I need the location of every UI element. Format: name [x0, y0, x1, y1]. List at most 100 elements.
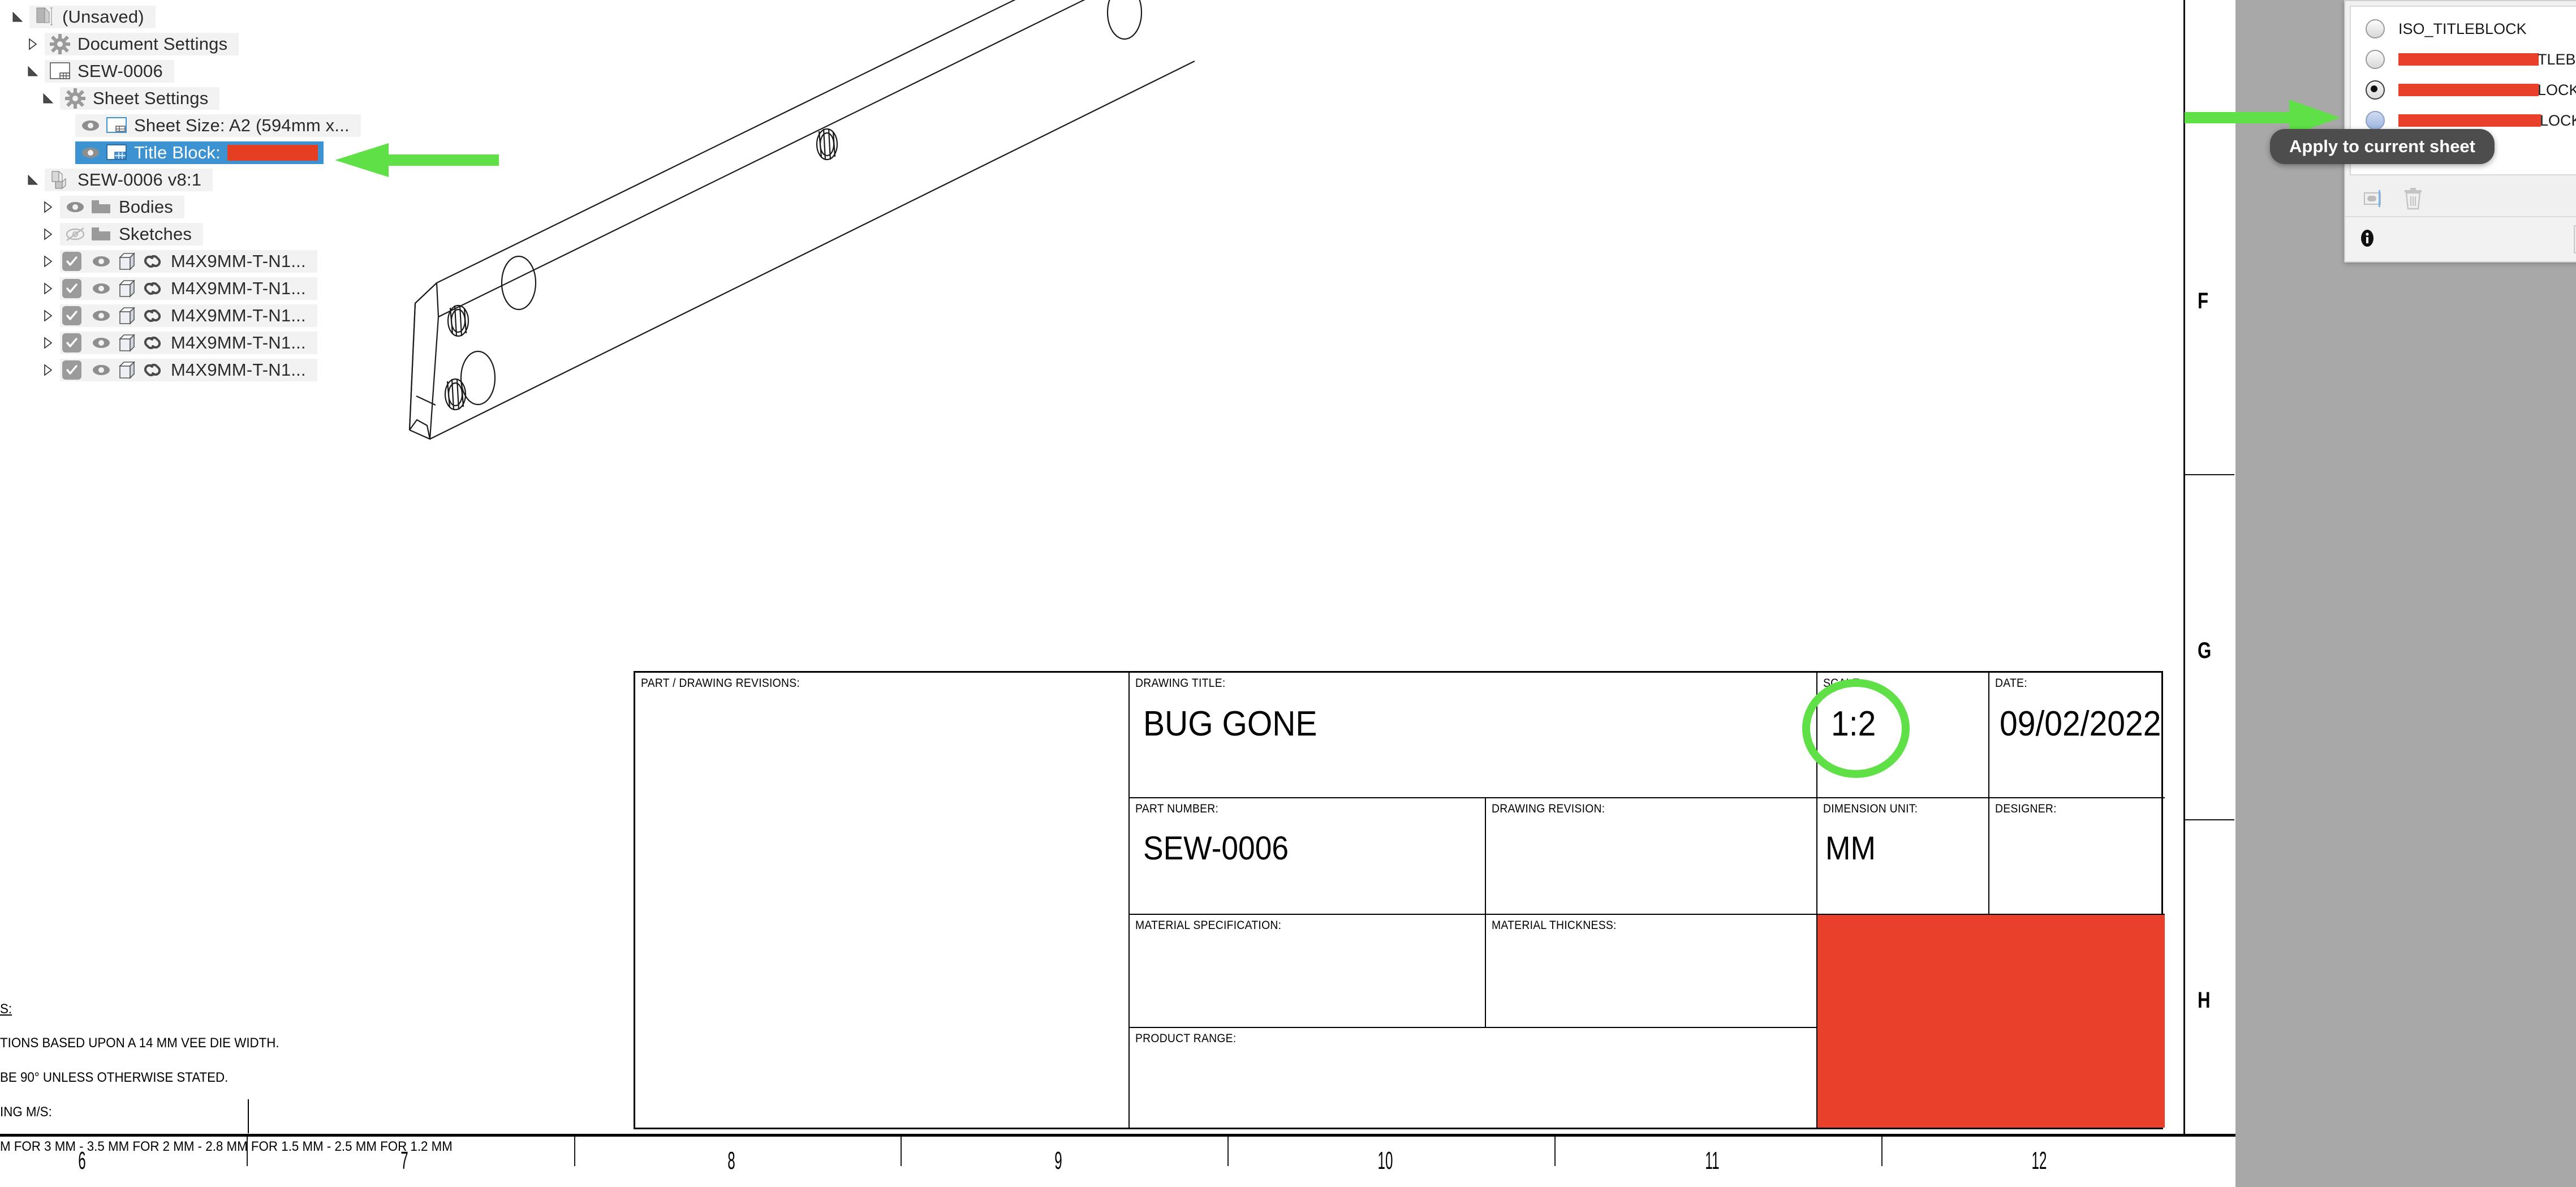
margin-tick-f-g: [2183, 474, 2234, 475]
eye-icon[interactable]: [88, 332, 114, 354]
trash-icon[interactable]: [2402, 186, 2424, 214]
tree-row-label: SEW-0006: [77, 61, 163, 81]
twisty-expanded-icon[interactable]: [6, 3, 29, 31]
folder-icon: [88, 223, 114, 246]
tree-row-checkbox[interactable]: [62, 333, 81, 352]
gear-icon: [62, 87, 88, 110]
link-icon[interactable]: [140, 304, 166, 327]
tb-label-product-range: PRODUCT RANGE:: [1135, 1032, 1237, 1045]
folder-icon: [88, 196, 114, 218]
ruler-number-6: 6: [78, 1147, 86, 1175]
tree-row-body[interactable]: Sheet Settings: [60, 87, 220, 110]
tree-row-label: Sheet Size: A2 (594mm x...: [134, 115, 350, 135]
rename-icon[interactable]: [2362, 187, 2387, 213]
tree-row-checkbox[interactable]: [62, 252, 81, 271]
radio-button[interactable]: [2366, 80, 2385, 100]
tree-row-body[interactable]: M4X9MM-T-N1...: [60, 359, 317, 381]
eye-hidden-icon[interactable]: [62, 223, 88, 246]
tb-cell-part-number: PART NUMBER: SEW-0006: [1130, 798, 1486, 915]
eye-icon[interactable]: [88, 359, 114, 381]
tb-value-date: 09/02/2022: [2000, 704, 2161, 743]
eye-icon[interactable]: [62, 196, 88, 218]
tree-row[interactable]: Sheet Settings: [0, 85, 351, 112]
tree-row[interactable]: Sketches: [0, 221, 351, 248]
radio-button[interactable]: [2366, 19, 2385, 38]
tree-row-body[interactable]: M4X9MM-T-N1...: [60, 277, 317, 300]
tree-row-body[interactable]: (Unsaved): [29, 6, 156, 28]
link-icon[interactable]: [140, 359, 166, 381]
twisty-expanded-icon[interactable]: [21, 58, 45, 85]
twisty-collapsed-icon[interactable]: [21, 31, 45, 58]
twisty-collapsed-icon[interactable]: [36, 329, 60, 356]
tree-row[interactable]: Sheet Size: A2 (594mm x...: [0, 112, 361, 139]
ok-button[interactable]: O: [2574, 225, 2576, 253]
eye-icon[interactable]: [88, 304, 114, 327]
tree-row[interactable]: SEW-0006: [0, 58, 351, 85]
tree-row-checkbox[interactable]: [62, 279, 81, 298]
body-icon: [114, 277, 140, 300]
info-icon[interactable]: [2358, 229, 2377, 251]
title-block: PART / DRAWING REVISIONS: DRAWING TITLE:…: [634, 671, 2165, 1129]
tree-row-body[interactable]: M4X9MM-T-N1...: [60, 304, 317, 327]
tree-row-body[interactable]: Sheet Size: A2 (594mm x...: [75, 114, 361, 137]
tree-row-body[interactable]: Sketches: [60, 223, 204, 246]
eye-icon[interactable]: [88, 277, 114, 300]
tree-row[interactable]: (Unsaved): [0, 3, 351, 31]
tree-row[interactable]: M4X9MM-T-N1...: [0, 248, 351, 275]
tree-row[interactable]: Document Settings: [0, 31, 351, 58]
tree-row-label: Sheet Settings: [93, 88, 209, 108]
margin-letter-g: G: [2198, 638, 2212, 663]
title-block-list-toolbar[interactable]: [2345, 180, 2576, 216]
title-block-option-label: ISO_TITLEBLOCK: [2398, 20, 2527, 37]
ruler-number-12: 12: [2031, 1147, 2047, 1175]
title-block-option-row[interactable]: TLEBL...: [2351, 44, 2576, 75]
twisty-collapsed-icon[interactable]: [36, 248, 60, 275]
tree-row[interactable]: Title Block:: [0, 139, 351, 166]
note-line-2: BE 90° UNLESS OTHERWISE STATED.: [0, 1070, 229, 1085]
title-block-option-label: TLEBL...: [2538, 50, 2576, 68]
tree-row-body[interactable]: Bodies: [60, 196, 184, 218]
tb-value-part-number: SEW-0006: [1143, 830, 1289, 867]
tree-row-body[interactable]: Document Settings: [45, 33, 239, 55]
tree-row-body[interactable]: SEW-0006: [45, 60, 174, 83]
twisty-collapsed-icon[interactable]: [36, 193, 60, 221]
tree-row[interactable]: M4X9MM-T-N1...: [0, 356, 351, 384]
tree-row[interactable]: M4X9MM-T-N1...: [0, 302, 351, 329]
ruler-number-11: 11: [1705, 1147, 1720, 1175]
eye-icon[interactable]: [77, 114, 104, 137]
tree-row-checkbox[interactable]: [62, 360, 81, 380]
tree-row[interactable]: M4X9MM-T-N1...: [0, 275, 351, 302]
link-icon[interactable]: [140, 250, 166, 273]
tree-row-body[interactable]: M4X9MM-T-N1...: [60, 250, 317, 273]
link-icon[interactable]: [140, 332, 166, 354]
tree-row[interactable]: SEW-0006 v8:1: [0, 166, 351, 193]
tree-row-body[interactable]: SEW-0006 v8:1: [45, 169, 213, 191]
title-block-option-row[interactable]: ISO_TITLEBLOCK: [2351, 14, 2576, 44]
tree-row[interactable]: M4X9MM-T-N1...: [0, 329, 351, 356]
radio-button[interactable]: [2366, 111, 2385, 130]
tree-row-body[interactable]: Title Block:: [75, 141, 324, 164]
tree-row[interactable]: Bodies: [0, 193, 351, 221]
tb-label-part-number: PART NUMBER:: [1135, 802, 1219, 815]
twisty-collapsed-icon[interactable]: [36, 275, 60, 302]
gear-icon: [47, 33, 73, 55]
tree-row-body[interactable]: M4X9MM-T-N1...: [60, 332, 317, 354]
twisty-collapsed-icon[interactable]: [36, 356, 60, 384]
browser-tree[interactable]: (Unsaved) Document Settings SEW-0006 Sheet …: [0, 0, 361, 384]
dialog-footer: O: [2345, 216, 2576, 261]
title-block-option-row[interactable]: LOCK: [2351, 75, 2576, 105]
tree-row-label: Document Settings: [77, 34, 228, 54]
twisty-collapsed-icon[interactable]: [36, 221, 60, 248]
eye-icon[interactable]: [88, 250, 114, 273]
twisty-expanded-icon[interactable]: [21, 166, 45, 193]
tree-row-checkbox[interactable]: [62, 306, 81, 325]
radio-button[interactable]: [2366, 50, 2385, 69]
twisty-expanded-icon[interactable]: [36, 85, 60, 112]
redacted-text: [227, 145, 318, 161]
twisty-collapsed-icon[interactable]: [36, 302, 60, 329]
link-icon[interactable]: [140, 277, 166, 300]
tb-label-part-drawing-revisions: PART / DRAWING REVISIONS:: [641, 677, 800, 690]
component-icon: [47, 169, 73, 191]
ruler-tick: [901, 1137, 902, 1166]
eye-icon[interactable]: [77, 141, 104, 164]
